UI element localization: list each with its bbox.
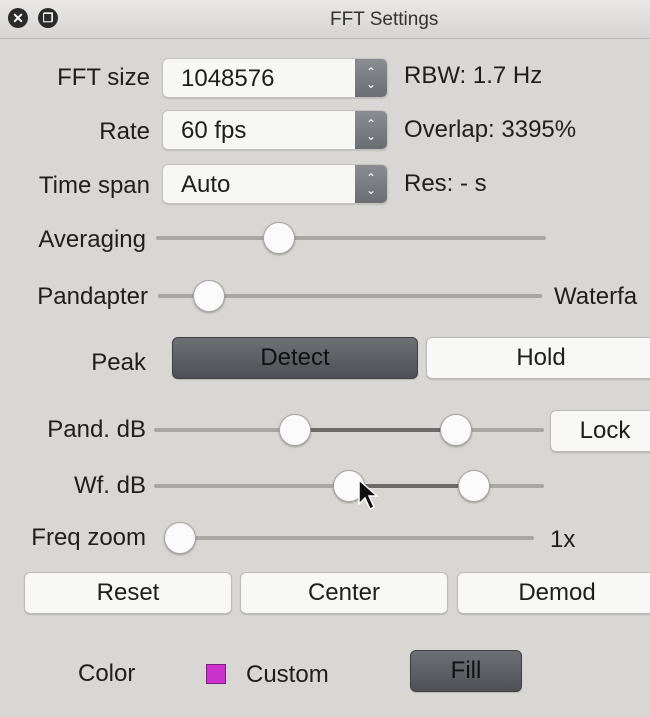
waterfall-label: Waterfa: [554, 283, 638, 310]
time-span-combo[interactable]: Auto ⌃ ⌄: [162, 164, 388, 204]
hold-button[interactable]: Hold: [426, 337, 650, 379]
title-bar: ✕ ❐ FFT Settings: [0, 0, 650, 39]
pand-db-range-fill: [295, 428, 457, 432]
averaging-label: Averaging: [38, 226, 146, 253]
overlap-readout: Overlap: 3395%: [404, 116, 577, 143]
fill-button[interactable]: Fill: [410, 650, 522, 692]
time-span-label: Time span: [38, 172, 150, 199]
chevron-updown-icon: ⌃ ⌄: [355, 165, 387, 203]
time-span-value: Auto: [181, 171, 231, 198]
fft-size-value: 1048576: [181, 65, 275, 92]
pand-db-high-handle[interactable]: [440, 414, 473, 446]
wf-db-high-handle[interactable]: [458, 470, 491, 502]
rate-label: Rate: [99, 118, 150, 145]
freq-zoom-slider[interactable]: [164, 536, 534, 540]
reset-button[interactable]: Reset: [24, 572, 232, 614]
pandapter-slider-handle[interactable]: [193, 280, 226, 312]
window-title: FFT Settings: [330, 9, 439, 30]
pand-db-label: Pand. dB: [47, 416, 146, 443]
rate-combo[interactable]: 60 fps ⌃ ⌄: [162, 110, 388, 150]
lock-button[interactable]: Lock: [550, 410, 650, 452]
wf-db-label: Wf. dB: [73, 472, 146, 499]
color-swatch[interactable]: [206, 664, 226, 684]
fft-size-label: FFT size: [57, 64, 150, 91]
resolution-readout: Res: - s: [404, 170, 487, 197]
color-label: Color: [78, 660, 136, 687]
freq-zoom-value: 1x: [550, 526, 576, 553]
chevron-updown-icon: ⌃ ⌄: [355, 59, 387, 97]
rate-value: 60 fps: [181, 117, 247, 144]
restore-icon[interactable]: ❐: [38, 8, 58, 28]
fft-size-combo[interactable]: 1048576 ⌃ ⌄: [162, 58, 388, 98]
averaging-slider-handle[interactable]: [263, 222, 296, 254]
detect-button[interactable]: Detect: [172, 337, 418, 379]
mouse-pointer-icon: [358, 478, 379, 511]
pandapter-label: Pandapter: [37, 283, 148, 310]
averaging-slider[interactable]: [156, 236, 546, 240]
peak-label: Peak: [91, 349, 146, 376]
chevron-updown-icon: ⌃ ⌄: [355, 111, 387, 149]
demod-button[interactable]: Demod: [457, 572, 650, 614]
close-icon[interactable]: ✕: [8, 8, 28, 28]
freq-zoom-label: Freq zoom: [31, 524, 146, 551]
rbw-readout: RBW: 1.7 Hz: [404, 62, 543, 89]
freq-zoom-slider-handle[interactable]: [164, 522, 196, 554]
center-button[interactable]: Center: [240, 572, 448, 614]
pand-db-low-handle[interactable]: [279, 414, 312, 446]
color-scheme-label: Custom: [246, 661, 329, 688]
